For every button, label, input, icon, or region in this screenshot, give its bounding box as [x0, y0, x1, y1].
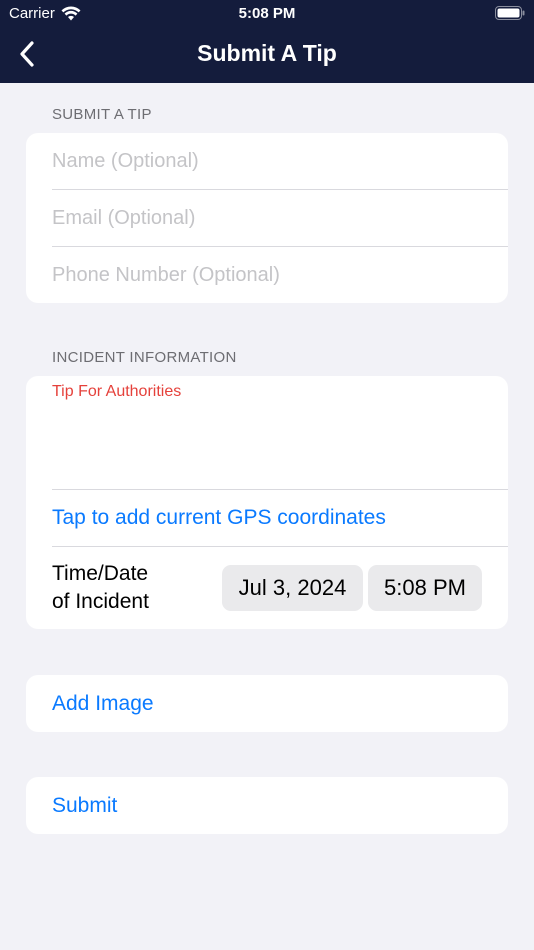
add-image-label: Add Image	[52, 691, 154, 715]
contact-card	[26, 133, 508, 303]
phone-row	[52, 247, 508, 303]
battery-icon	[495, 6, 525, 20]
incident-card: Tip For Authorities Tap to add current G…	[26, 376, 508, 629]
name-row	[52, 133, 508, 189]
add-image-button[interactable]: Add Image	[26, 675, 508, 732]
tip-textarea[interactable]	[52, 404, 492, 484]
page-title: Submit A Tip	[197, 40, 337, 66]
navigation-bar: Carrier 5:08 PM Submit A Tip	[0, 0, 534, 83]
submit-button[interactable]: Submit	[26, 777, 508, 834]
gps-link[interactable]: Tap to add current GPS coordinates	[52, 506, 386, 530]
status-time: 5:08 PM	[238, 5, 296, 22]
datetime-label: Time/Date of Incident	[52, 560, 149, 616]
contact-section-header: SUBMIT A TIP	[52, 106, 152, 123]
datetime-label-line1: Time/Date	[52, 562, 149, 585]
gps-row[interactable]: Tap to add current GPS coordinates	[52, 490, 508, 546]
time-picker-button[interactable]: 5:08 PM	[368, 565, 482, 611]
date-picker-button[interactable]: Jul 3, 2024	[222, 565, 363, 611]
tip-label: Tip For Authorities	[52, 383, 182, 400]
email-row	[52, 190, 508, 246]
email-input[interactable]	[52, 206, 472, 230]
datetime-label-line2: of Incident	[52, 590, 149, 613]
submit-label: Submit	[52, 793, 118, 817]
name-input[interactable]	[52, 149, 472, 173]
phone-input[interactable]	[52, 263, 472, 287]
incident-section-header: INCIDENT INFORMATION	[52, 349, 237, 366]
